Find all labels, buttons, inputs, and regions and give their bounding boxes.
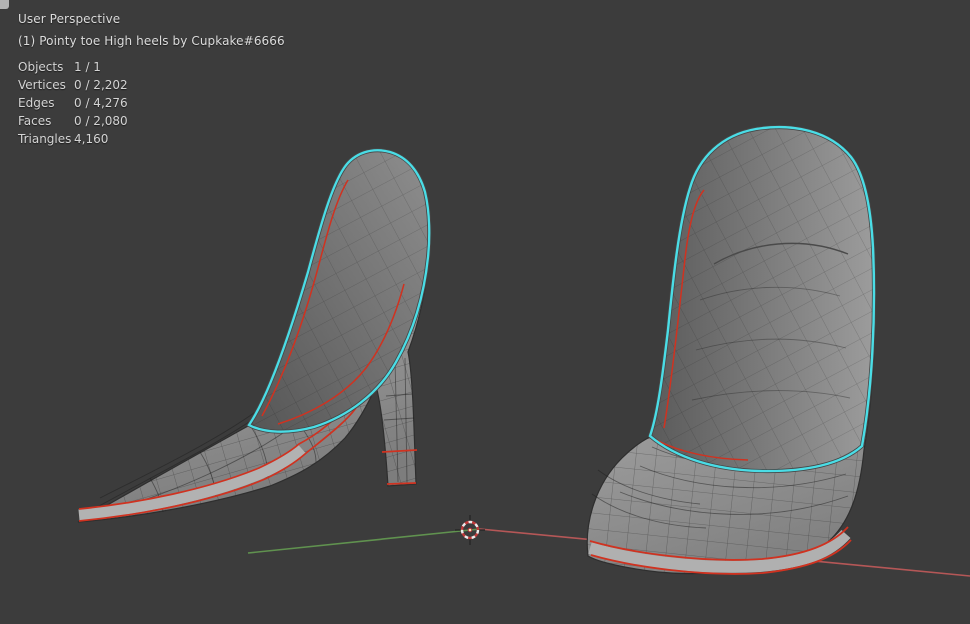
stat-label: Faces — [18, 114, 74, 128]
stat-value: 0 / 2,202 — [74, 78, 128, 92]
viewport-canvas[interactable] — [0, 0, 970, 624]
editor-corner-handle[interactable] — [0, 0, 9, 9]
stat-row-faces: Faces 0 / 2,080 — [18, 112, 128, 130]
stat-label: Triangles — [18, 132, 74, 146]
right-shoe-opening-wire — [650, 127, 874, 471]
stat-row-objects: Objects 1 / 1 — [18, 58, 128, 76]
axis-line-y-green — [248, 529, 480, 553]
stat-label: Edges — [18, 96, 74, 110]
stat-label: Vertices — [18, 78, 74, 92]
stat-value: 1 / 1 — [74, 60, 101, 74]
3d-cursor — [455, 515, 485, 545]
stat-label: Objects — [18, 60, 74, 74]
stat-row-vertices: Vertices 0 / 2,202 — [18, 76, 128, 94]
view-perspective-label: User Perspective — [18, 12, 120, 26]
stat-value: 4,160 — [74, 132, 108, 146]
stat-row-edges: Edges 0 / 4,276 — [18, 94, 128, 112]
high-heel-shoe-right[interactable] — [587, 126, 875, 574]
stat-value: 0 / 4,276 — [74, 96, 128, 110]
3d-viewport[interactable]: User Perspective (1) Pointy toe High hee… — [0, 0, 970, 624]
active-object-info: (1) Pointy toe High heels by Cupkake#666… — [18, 34, 285, 48]
stat-value: 0 / 2,080 — [74, 114, 128, 128]
high-heel-shoe-left[interactable] — [78, 149, 430, 522]
statistics-overlay: Objects 1 / 1 Vertices 0 / 2,202 Edges 0… — [18, 58, 128, 148]
stat-row-triangles: Triangles 4,160 — [18, 130, 128, 148]
